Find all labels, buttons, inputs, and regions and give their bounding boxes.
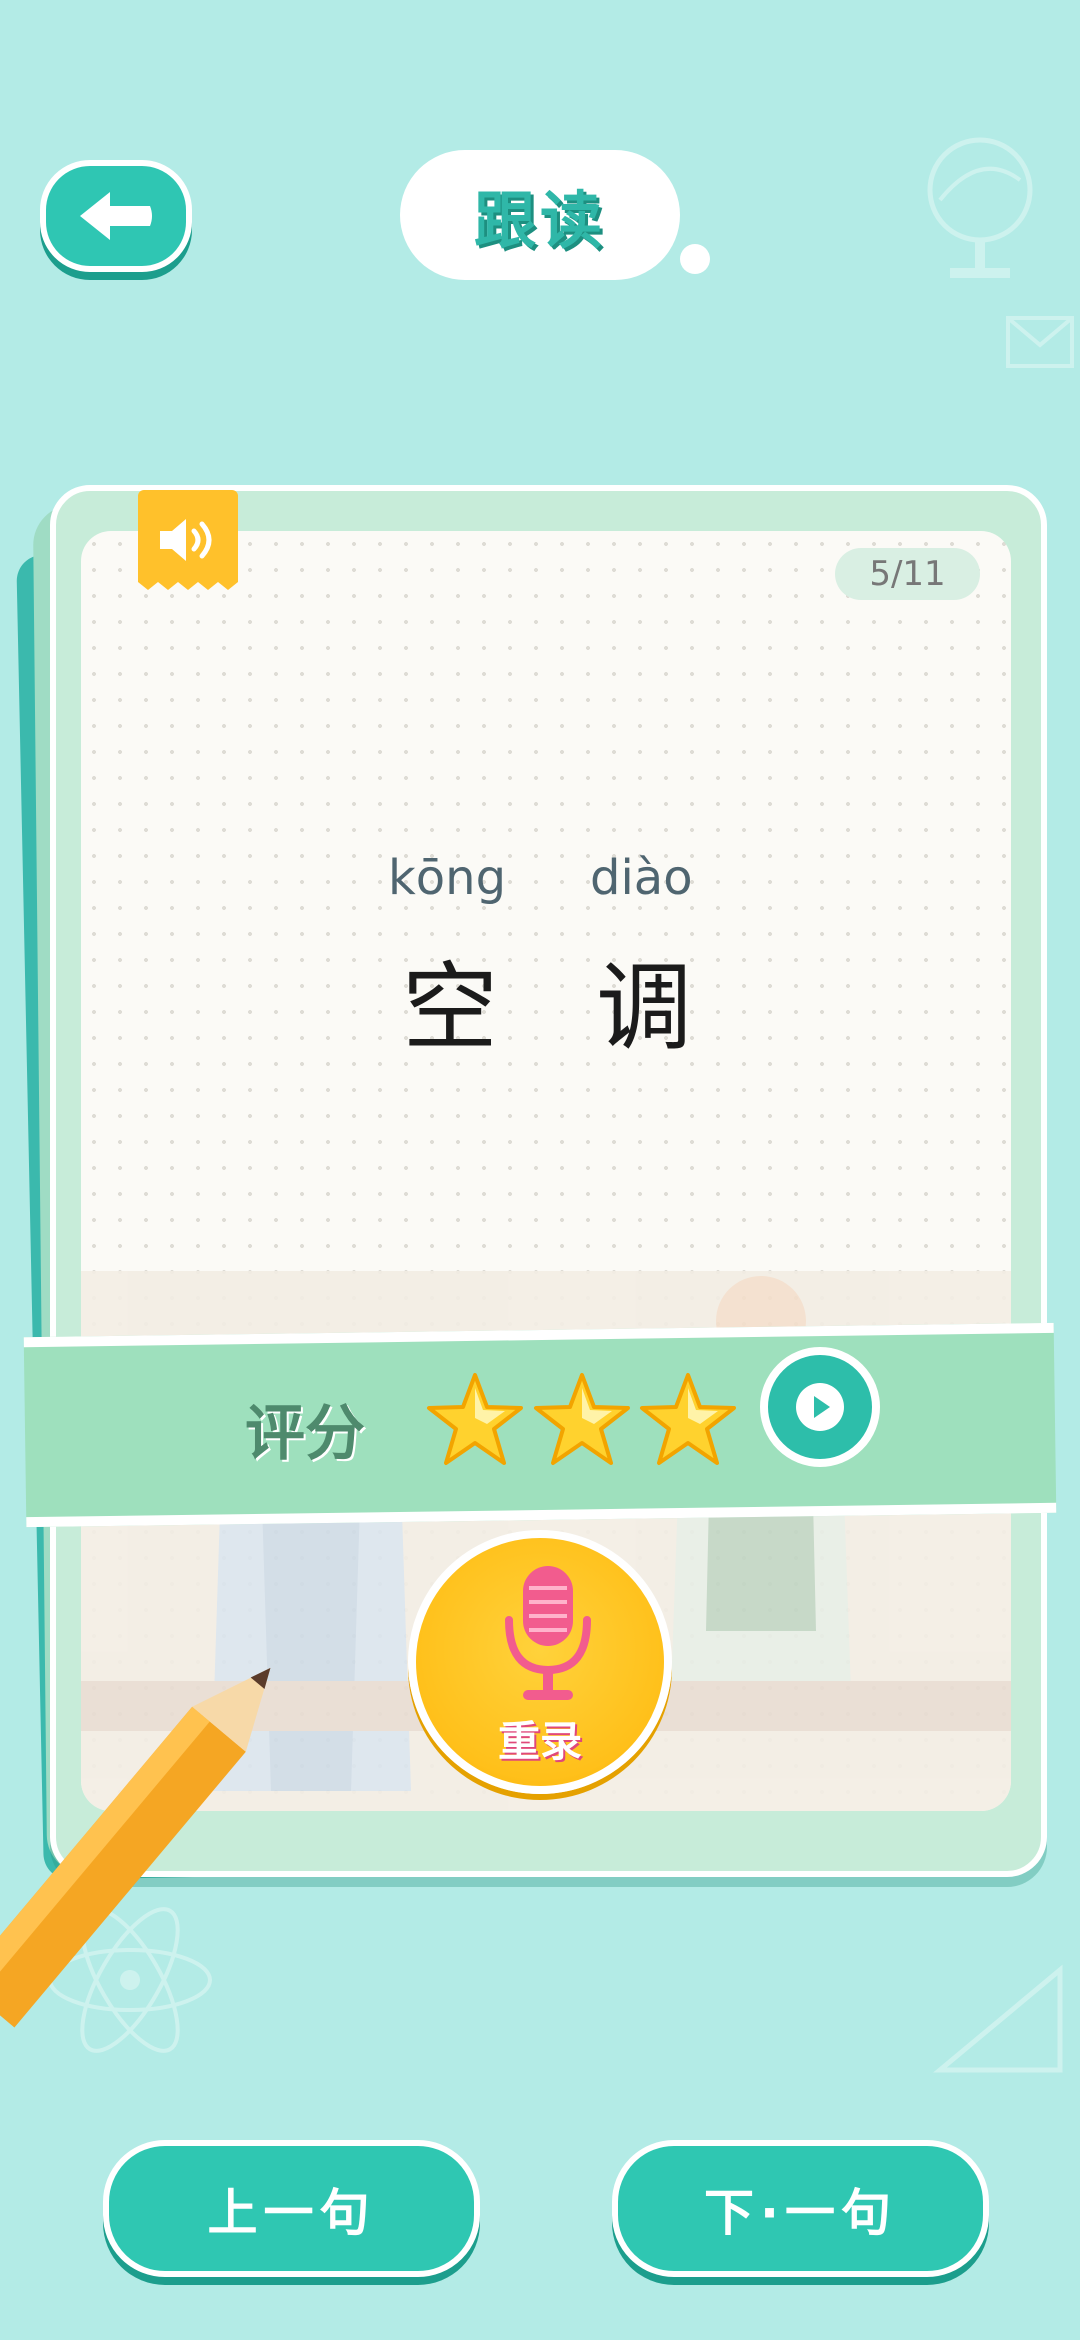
speaker-icon (160, 519, 212, 561)
back-arrow-icon (80, 192, 152, 240)
play-sound-button[interactable] (138, 490, 238, 590)
title-cloud: 跟读 (400, 150, 710, 280)
microphone-icon (505, 1566, 591, 1700)
star-icon (427, 1373, 523, 1465)
hanzi-2: 调 (596, 952, 692, 1064)
page-title: 跟读 (473, 184, 606, 257)
globe-doodle-icon (927, 137, 1033, 278)
back-button[interactable] (40, 160, 192, 272)
score-label: 评分 (245, 1399, 365, 1469)
rerecord-label: 重录 (497, 1717, 582, 1766)
envelope-doodle-icon (1006, 316, 1074, 368)
star-icon (640, 1373, 736, 1465)
star-icon (534, 1373, 630, 1465)
pinyin-2: diào (590, 850, 693, 906)
title-cloud-dot (680, 244, 710, 274)
next-sentence-button[interactable]: 下·一句 (612, 2140, 989, 2277)
pencil-icon (0, 1667, 271, 2028)
pinyin-1: kōng (388, 850, 507, 906)
progress-counter: 5/11 (835, 548, 980, 600)
rerecord-button[interactable]: 重录 (408, 1530, 672, 1794)
hanzi-1: 空 (402, 952, 498, 1064)
previous-sentence-button[interactable]: 上一句 (103, 2140, 480, 2277)
play-recording-button[interactable] (760, 1347, 880, 1467)
ruler-doodle-icon (933, 1964, 1063, 2073)
play-icon (796, 1383, 844, 1431)
